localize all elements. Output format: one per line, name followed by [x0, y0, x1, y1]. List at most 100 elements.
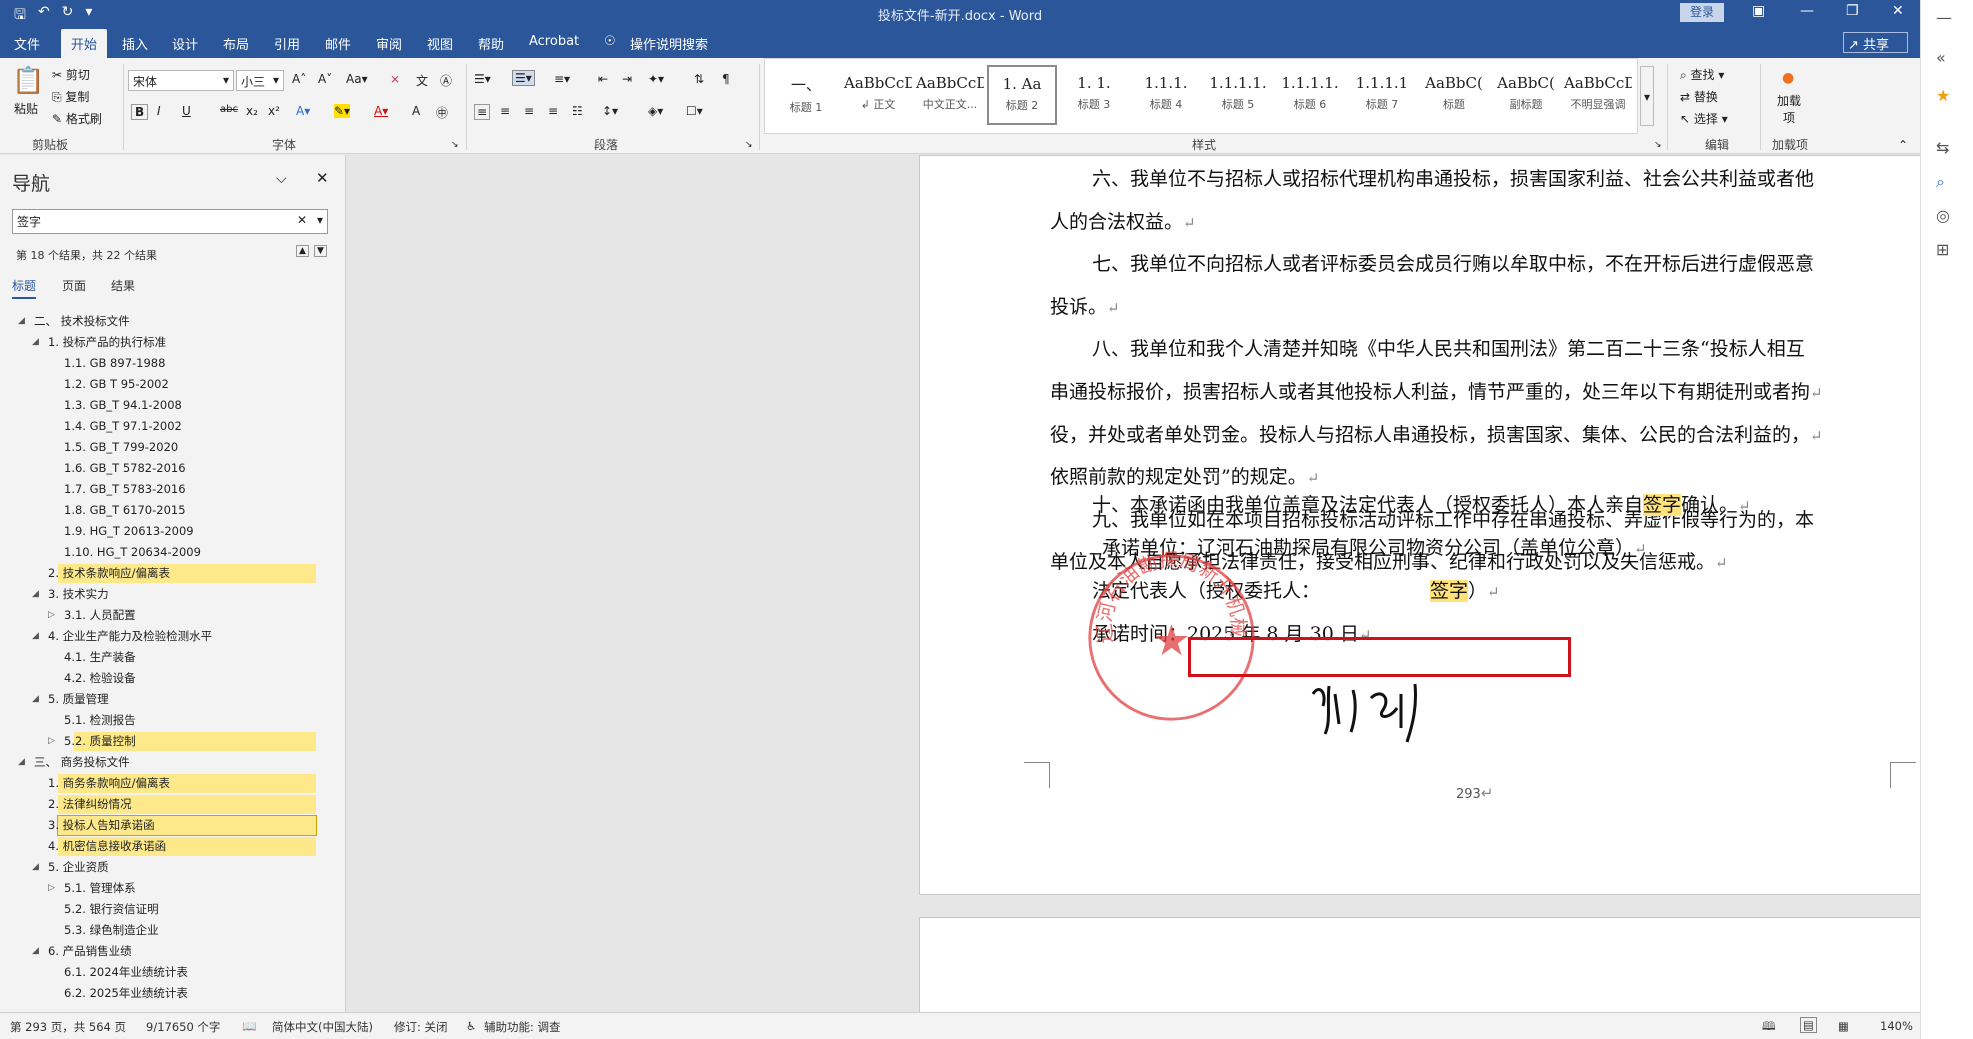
heading-tree-item[interactable]: 5.2. 银行资信证明	[0, 900, 346, 919]
heading-tree-item[interactable]: 3. 投标人告知承诺函	[0, 815, 346, 836]
align-center-icon[interactable]: ≡	[500, 104, 510, 118]
heading-tree-item[interactable]: 5.3. 绿色制造企业	[0, 921, 346, 940]
copy-button[interactable]: ⎘ 复制	[52, 88, 89, 105]
expanded-arrow-icon[interactable]: ◢	[18, 753, 25, 772]
justify-icon[interactable]: ≡	[548, 104, 558, 118]
tab-view[interactable]: 视图	[427, 34, 453, 53]
change-case-icon[interactable]: Aa▾	[346, 72, 368, 86]
heading-tree-item[interactable]: 1. 商务条款响应/偏离表	[0, 774, 346, 793]
accessibility-status[interactable]: 辅助功能: 调查	[484, 1019, 561, 1035]
tab-home[interactable]: 开始	[61, 29, 108, 58]
multilevel-list-icon[interactable]: ≡▾	[554, 72, 570, 86]
heading-tree-item[interactable]: 6.2. 2025年业绩统计表	[0, 984, 346, 1003]
close-window-icon[interactable]: ✕	[1892, 3, 1904, 19]
previous-result-icon[interactable]: ▲	[296, 245, 309, 257]
zoom-level[interactable]: 140%	[1880, 1019, 1913, 1033]
addins-icon[interactable]: ●	[1782, 70, 1794, 86]
character-border-icon[interactable]: Ⓐ	[440, 72, 452, 89]
heading-tree-item[interactable]: ▷ 3.1. 人员配置	[0, 606, 346, 625]
collapse-panel-icon[interactable]: «	[1936, 48, 1946, 67]
heading-tree-item[interactable]: ▷ 5.2. 质量控制	[0, 732, 346, 751]
star-icon[interactable]: ★	[1936, 86, 1950, 105]
expanded-arrow-icon[interactable]: ◢	[32, 585, 39, 604]
bold-icon[interactable]: B	[131, 104, 149, 120]
heading-tree-item[interactable]: 1.7. GB_T 5783-2016	[0, 480, 346, 499]
dialog-launcher-icon[interactable]: ↘	[1654, 140, 1662, 150]
nav-tab-headings[interactable]: 标题	[12, 277, 37, 299]
borders-icon[interactable]: ☐▾	[686, 104, 703, 118]
font-name-select[interactable]: 宋体 ▾	[128, 70, 234, 91]
phonetic-guide-icon[interactable]: 文	[416, 72, 428, 89]
style-item[interactable]: 1. 1. 标题 3	[1059, 65, 1129, 125]
collapsed-arrow-icon[interactable]: ▷	[48, 732, 55, 751]
page-count-status[interactable]: 第 293 页，共 564 页	[10, 1019, 126, 1035]
heading-tree-item[interactable]: 2. 法律纠纷情况	[0, 795, 346, 814]
nav-options-icon[interactable]: ⌵	[276, 171, 287, 187]
tell-me-search[interactable]: 操作说明搜索	[630, 34, 708, 53]
print-layout-icon[interactable]: ▤	[1800, 1017, 1817, 1033]
strikethrough-icon[interactable]: abc	[220, 104, 238, 115]
globe-icon[interactable]: ◎	[1936, 206, 1950, 225]
font-color-icon[interactable]: A▾	[374, 104, 388, 118]
search-icon[interactable]: ⌕	[1936, 172, 1945, 192]
find-button[interactable]: ⌕ 查找 ▾	[1680, 66, 1724, 83]
heading-tree-item[interactable]: ◢ 3. 技术实力	[0, 585, 346, 604]
tab-references[interactable]: 引用	[274, 34, 300, 53]
heading-tree-item[interactable]: 1.3. GB_T 94.1-2008	[0, 396, 346, 415]
heading-tree-item[interactable]: 1.4. GB_T 97.1-2002	[0, 417, 346, 436]
style-item[interactable]: 1. Aa 标题 2	[987, 65, 1057, 125]
align-right-icon[interactable]: ≡	[524, 104, 534, 118]
minimize-icon[interactable]: —	[1936, 8, 1952, 27]
heading-tree-item[interactable]: 1.9. HG_T 20613-2009	[0, 522, 346, 541]
subscript-icon[interactable]: x₂	[246, 104, 258, 118]
close-icon[interactable]: ✕	[316, 169, 329, 187]
text-effects-icon[interactable]: A▾	[296, 104, 310, 118]
tab-help[interactable]: 帮助	[478, 34, 504, 53]
dialog-launcher-icon[interactable]: ↘	[745, 140, 753, 150]
nav-tab-results[interactable]: 结果	[111, 277, 135, 294]
clear-search-icon[interactable]: ✕	[297, 213, 307, 227]
expanded-arrow-icon[interactable]: ◢	[32, 942, 39, 961]
next-result-icon[interactable]: ▼	[314, 245, 327, 257]
distributed-icon[interactable]: ☷	[572, 104, 583, 118]
style-item[interactable]: 1.1.1.1. 标题 5	[1203, 65, 1273, 125]
italic-icon[interactable]: I	[157, 104, 161, 118]
tab-review[interactable]: 审阅	[376, 34, 402, 53]
share-button[interactable]: ↗ 共享	[1843, 32, 1908, 53]
style-item[interactable]: 1.1.1.1. 标题 6	[1275, 65, 1345, 125]
paste-button[interactable]: 粘贴	[14, 100, 38, 117]
heading-tree-item[interactable]: ◢ 5. 质量管理	[0, 690, 346, 709]
swap-icon[interactable]: ⇆	[1936, 138, 1949, 157]
enclose-characters-icon[interactable]: ㊥	[436, 104, 448, 121]
chinese-layout-icon[interactable]: ✦▾	[648, 72, 664, 86]
style-item[interactable]: 1.1.1. 标题 4	[1131, 65, 1201, 125]
minimize-icon[interactable]: —	[1800, 3, 1814, 19]
heading-tree-item[interactable]: 1.5. GB_T 799-2020	[0, 438, 346, 457]
increase-indent-icon[interactable]: ⇥	[622, 72, 632, 86]
word-count-status[interactable]: 9/17650 个字	[146, 1019, 220, 1035]
heading-tree-item[interactable]: ▷ 5.1. 管理体系	[0, 879, 346, 898]
style-item[interactable]: AaBbCcDc 中文正文...	[915, 65, 985, 125]
style-item[interactable]: 一、 标题 1	[771, 65, 841, 125]
cut-button[interactable]: ✂ 剪切	[52, 66, 90, 83]
style-item[interactable]: AaBbCcDdI ↲ 正文	[843, 65, 913, 125]
heading-tree-item[interactable]: ◢ 1. 投标产品的执行标准	[0, 333, 346, 352]
font-size-select[interactable]: 小三 ▾	[236, 70, 284, 91]
heading-tree-item[interactable]: 4.1. 生产装备	[0, 648, 346, 667]
heading-tree-item[interactable]: 1.2. GB T 95-2002	[0, 375, 346, 394]
login-button[interactable]: 登录	[1680, 3, 1724, 22]
heading-tree-item[interactable]: 1.6. GB_T 5782-2016	[0, 459, 346, 478]
tab-file[interactable]: 文件	[14, 34, 40, 53]
show-marks-icon[interactable]: ¶	[722, 72, 730, 86]
heading-tree-item[interactable]: 4.2. 检验设备	[0, 669, 346, 688]
style-item[interactable]: AaBbCcD. 不明显强调	[1563, 65, 1633, 125]
heading-tree-item[interactable]: ◢ 二、 技术投标文件	[0, 312, 346, 331]
restore-icon[interactable]: ❐	[1846, 3, 1859, 19]
next-document-page[interactable]	[919, 917, 1920, 1012]
language-status[interactable]: 简体中文(中国大陆)	[272, 1019, 373, 1035]
tab-mailings[interactable]: 邮件	[325, 34, 351, 53]
decrease-indent-icon[interactable]: ⇤	[598, 72, 608, 86]
add-icon[interactable]: ⊞	[1936, 240, 1949, 259]
heading-tree-item[interactable]: ◢ 5. 企业资质	[0, 858, 346, 877]
format-painter-button[interactable]: ✎ 格式刷	[52, 110, 102, 127]
